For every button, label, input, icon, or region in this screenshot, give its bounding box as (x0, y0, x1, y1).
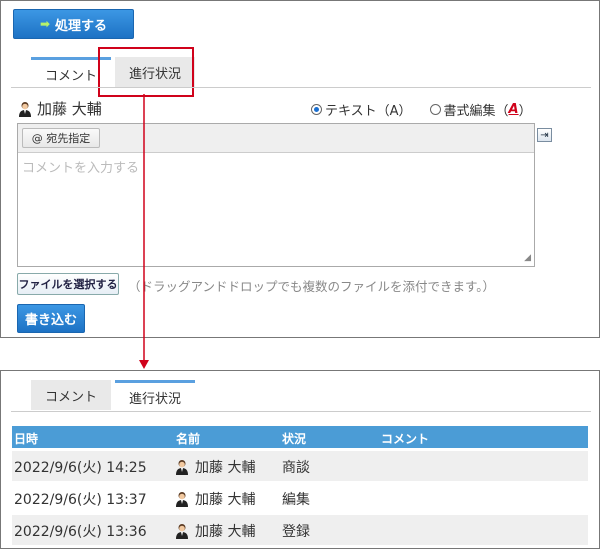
radio-text[interactable] (311, 104, 322, 115)
mention-button[interactable]: @ 宛先指定 (22, 128, 100, 148)
table-row: 2022/9/6(火) 14:25 加藤 大輔 商談 (12, 451, 588, 482)
connector-arrow (139, 94, 149, 369)
file-hint: （ドラッグアンドドロップでも複数のファイルを添付できます。） (128, 279, 496, 294)
expand-icon[interactable]: ⇥ (537, 128, 552, 142)
process-button[interactable]: ➡ 処理する (13, 9, 134, 39)
resize-handle-icon[interactable]: ◢ (524, 253, 531, 263)
format-radios: テキスト（A） 書式編集（ A ） (311, 100, 532, 119)
tab-divider (11, 411, 591, 412)
history-table-header: 日時 名前 状況 コメント (12, 426, 588, 448)
user-avatar-icon (175, 459, 189, 479)
column-name: 名前 (176, 432, 201, 446)
user-avatar-icon (18, 101, 32, 117)
column-comment: コメント (381, 432, 430, 446)
user-avatar-icon (175, 523, 189, 543)
comment-editor: @ 宛先指定 コメントを入力する ◢ (17, 123, 535, 267)
user-avatar-icon (175, 491, 189, 511)
column-status: 状況 (282, 432, 307, 446)
tab-progress[interactable]: 進行状況 (115, 380, 196, 411)
tab-comment[interactable]: コメント (31, 380, 112, 410)
rich-text-icon: A (508, 102, 519, 117)
arrow-right-icon: ➡ (39, 17, 51, 31)
highlight-box (98, 47, 194, 97)
select-file-button[interactable]: ファイルを選択する (17, 273, 119, 295)
user-info: 加藤 大輔 (18, 98, 102, 119)
radio-rich[interactable] (429, 104, 441, 115)
submit-button[interactable]: 書き込む (17, 304, 85, 333)
comment-textarea[interactable]: コメントを入力する (22, 157, 139, 176)
table-row: 2022/9/6(火) 13:36 加藤 大輔 登録 (12, 515, 588, 546)
table-row: 2022/9/6(火) 13:37 加藤 大輔 編集 (12, 483, 588, 514)
comment-panel: ➡ 処理する コメント 進行状況 加藤 大輔 テキスト（A） 書式編集（ A ）… (0, 0, 600, 338)
tab-divider (11, 87, 591, 88)
column-datetime: 日時 (14, 432, 39, 446)
